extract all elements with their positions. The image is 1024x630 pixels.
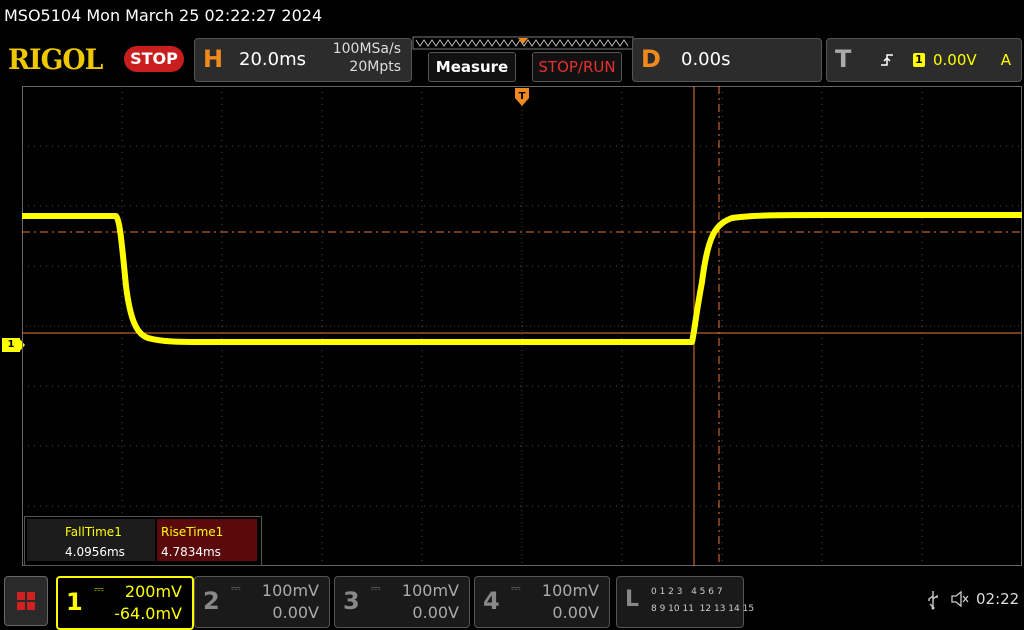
delay-letter: D xyxy=(641,45,661,73)
memory-overview-strip xyxy=(412,36,634,50)
trigger-panel[interactable]: T 1 0.00V A xyxy=(826,38,1022,82)
dc-coupling-icon: ⎓ xyxy=(511,581,521,595)
channel-number: 1 xyxy=(66,588,83,616)
bottom-status-bar: 1 ⎓ 200mV -64.0mV 2 ⎓ 100mV 0.00V 3 ⎓ 10… xyxy=(0,572,1024,630)
channel4-status[interactable]: 4 ⎓ 100mV 0.00V xyxy=(474,576,610,628)
home-menu-button[interactable] xyxy=(4,576,48,626)
grid-menu-icon xyxy=(17,592,35,610)
measure-button[interactable]: Measure xyxy=(428,52,516,82)
channel1-status[interactable]: 1 ⎓ 200mV -64.0mV xyxy=(56,576,194,630)
mute-speaker-icon[interactable] xyxy=(950,590,970,608)
waveform-display[interactable]: T xyxy=(22,86,1022,566)
measurement-name: FallTime1 xyxy=(65,525,122,539)
title-bar: MSO5104 Mon March 25 02:22:27 2024 xyxy=(0,0,1024,32)
measurement-name: RiseTime1 xyxy=(161,525,224,539)
trigger-mode: A xyxy=(1000,51,1011,69)
run-state-badge[interactable]: STOP xyxy=(124,46,184,72)
dc-coupling-icon: ⎓ xyxy=(231,581,241,595)
measurement-fall-time[interactable]: FallTime1 4.0956ms xyxy=(27,519,155,561)
logic-channels-row1: 0 1 2 3 4 5 6 7 xyxy=(651,587,723,597)
channel-scale: 100mV xyxy=(401,581,459,600)
measurement-value: 4.0956ms xyxy=(65,545,125,559)
channel-scale: 100mV xyxy=(261,581,319,600)
channel-number: 2 xyxy=(203,587,220,615)
dc-coupling-icon: ⎓ xyxy=(371,581,381,595)
timebase-value: 20.0ms xyxy=(239,49,306,70)
channel-number: 4 xyxy=(483,587,500,615)
stop-run-label: STOP/RUN xyxy=(538,58,616,76)
measurement-panel[interactable]: FallTime1 4.0956ms RiseTime1 4.7834ms xyxy=(24,516,262,566)
measurement-rise-time[interactable]: RiseTime1 4.7834ms xyxy=(157,519,257,561)
measurement-value: 4.7834ms xyxy=(161,545,221,559)
top-status-bar: RIGOL STOP H 20.0ms 100MSa/s 20Mpts Meas… xyxy=(0,34,1024,84)
delay-panel[interactable]: D 0.00s xyxy=(632,38,822,82)
memory-depth: 20Mpts xyxy=(349,59,401,75)
channel1-marker-label: 1 xyxy=(7,339,15,350)
channel1-offset-marker[interactable]: 1 xyxy=(2,338,20,352)
sample-rate: 100MSa/s xyxy=(332,41,401,57)
graticule-grid xyxy=(22,86,1022,566)
logic-channels-row2: 8 9 10 11 12 13 14 15 xyxy=(651,604,755,614)
rising-edge-icon xyxy=(881,54,893,66)
trigger-marker-label: T xyxy=(519,91,526,102)
channel-offset: -64.0mV xyxy=(114,604,182,623)
delay-value: 0.00s xyxy=(681,49,731,70)
logic-letter: L xyxy=(625,587,640,612)
horizontal-letter: H xyxy=(203,45,224,73)
channel-offset: 0.00V xyxy=(272,603,319,622)
channel-scale: 200mV xyxy=(124,582,182,601)
measure-label: Measure xyxy=(435,58,509,76)
trigger-source-badge: 1 xyxy=(913,53,925,67)
channel-offset: 0.00V xyxy=(412,603,459,622)
channel3-status[interactable]: 3 ⎓ 100mV 0.00V xyxy=(334,576,470,628)
trigger-letter: T xyxy=(835,45,852,73)
dc-coupling-icon: ⎓ xyxy=(94,582,104,596)
stop-run-button[interactable]: STOP/RUN xyxy=(532,52,622,82)
trigger-marker: T xyxy=(515,88,529,106)
rigol-logo: RIGOL xyxy=(8,43,103,76)
usb-icon xyxy=(928,591,938,610)
channel-number: 3 xyxy=(343,587,360,615)
horizontal-panel[interactable]: H 20.0ms 100MSa/s 20Mpts xyxy=(194,38,412,82)
channel2-status[interactable]: 2 ⎓ 100mV 0.00V xyxy=(194,576,330,628)
channel-scale: 100mV xyxy=(541,581,599,600)
clock: 02:22 xyxy=(976,590,1020,608)
model-and-datetime: MSO5104 Mon March 25 02:22:27 2024 xyxy=(4,6,323,25)
channel-offset: 0.00V xyxy=(552,603,599,622)
trigger-level: 0.00V xyxy=(933,51,977,69)
logic-analyzer-status[interactable]: L 0 1 2 3 4 5 6 7 8 9 10 11 12 13 14 15 xyxy=(616,576,754,628)
